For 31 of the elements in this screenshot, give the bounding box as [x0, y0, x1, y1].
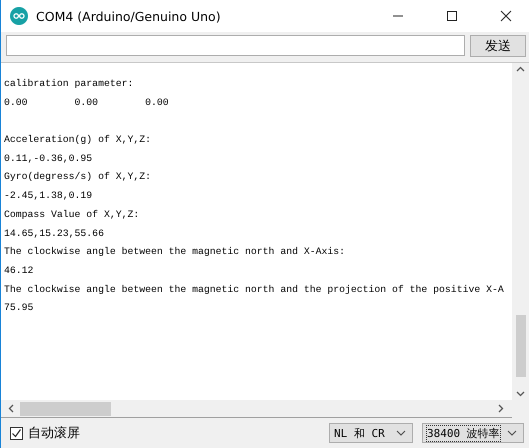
output-line: 0.11,-0.36,0.95 [4, 152, 94, 166]
output-line: 0.00 0.00 0.00 [4, 96, 170, 110]
send-button[interactable]: 发送 [470, 35, 526, 57]
autoscroll-label: 自动滚屏 [28, 425, 80, 442]
output-line: Gyro(degress/s) of X,Y,Z: [4, 170, 152, 184]
close-icon[interactable] [500, 10, 512, 22]
output-line: The clockwise angle between the magnetic north and the projection of the positive X-A [4, 282, 505, 297]
window-title: COM4 (Arduino/Genuino Uno) [36, 8, 222, 24]
chevron-down-icon [507, 430, 517, 436]
maximize-icon[interactable] [446, 10, 458, 22]
scroll-right-icon[interactable] [498, 404, 504, 413]
output-line: Compass Value of X,Y,Z: [4, 208, 140, 222]
scroll-left-icon[interactable] [8, 404, 14, 413]
scroll-up-icon[interactable] [516, 66, 525, 72]
output-line: 46.12 [4, 264, 34, 278]
output-line: -2.45,1.38,0.19 [4, 189, 94, 204]
scroll-down-icon[interactable] [516, 391, 525, 397]
horizontal-scrollbar[interactable] [1, 400, 512, 418]
autoscroll-checkbox[interactable] [10, 426, 23, 440]
message-input-field[interactable] [6, 35, 465, 56]
output-line: 75.95 [4, 301, 34, 316]
baud-rate-dropdown[interactable]: 38400 波特率 [422, 423, 524, 443]
chevron-down-icon [396, 430, 406, 436]
output-line: Acceleration(g) of X,Y,Z: [4, 133, 152, 148]
scrollbar-thumb[interactable] [516, 315, 526, 377]
line-ending-dropdown[interactable]: NL 和 CR [329, 423, 413, 443]
output-line: The clockwise angle between the magnetic north and X-Axis: [4, 245, 346, 260]
infinity-logo-icon [10, 7, 28, 25]
vertical-scrollbar[interactable] [512, 63, 529, 400]
output-line: 14.65,15.23,55.66 [4, 226, 105, 240]
output-line: calibration parameter: [4, 77, 134, 91]
